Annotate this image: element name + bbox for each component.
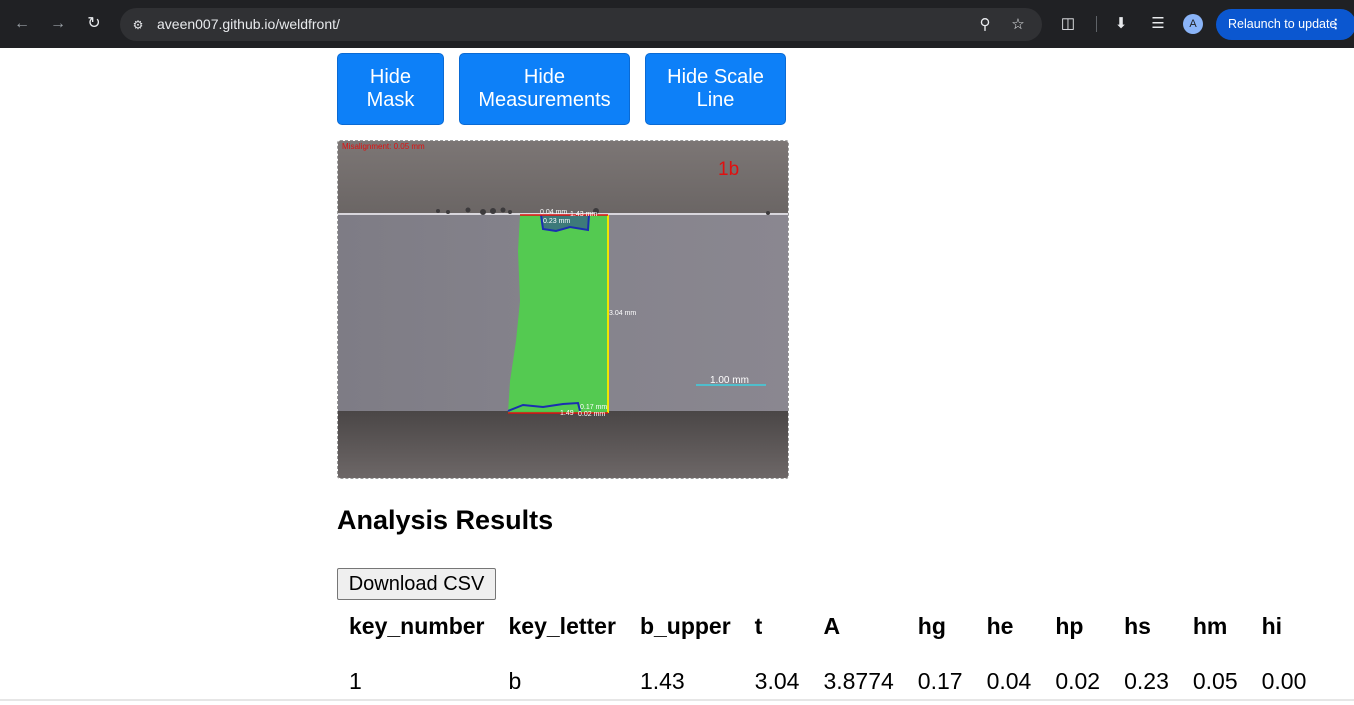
weld-image: Misalignment: 0.05 mm 1b 0.04 mm 1.43 mm… (337, 140, 789, 479)
analysis-results-heading: Analysis Results (337, 505, 554, 535)
measure-top-c: 0.23 mm (543, 218, 570, 225)
download-icon[interactable]: ⬇ (1110, 13, 1132, 35)
column-header: hm (1192, 613, 1228, 639)
table-cell: 0.04 (986, 668, 1032, 694)
column-header: key_number (349, 613, 485, 639)
lower-background (338, 411, 788, 478)
download-csv-button[interactable]: Download CSV (337, 568, 496, 600)
hide-measurements-label: Hide Measurements (478, 66, 611, 111)
table-header-row: key_number key_letter b_upper t A hg he … (337, 603, 1318, 654)
scale-label: 1.00 mm (710, 375, 749, 386)
table-cell: 0.02 (1055, 668, 1101, 694)
extensions-icon[interactable]: ◫ (1057, 13, 1079, 35)
address-bar[interactable]: ⚙ aveen007.github.io/weldfront/ ⚲ ☆ (120, 8, 1042, 41)
measure-top-b: 1.43 mm (570, 211, 597, 218)
bookmark-star-icon[interactable]: ☆ (1007, 14, 1029, 36)
weld-mask (508, 215, 608, 413)
hide-scale-line-label: Hide Scale Line (667, 66, 764, 111)
measure-thickness: 3.04 mm (609, 310, 636, 317)
results-table: key_number key_letter b_upper t A hg he … (337, 603, 1318, 705)
column-header: hp (1055, 613, 1084, 639)
measure-bottom-b: 1.49 (560, 410, 574, 417)
reload-icon[interactable]: ↻ (82, 12, 106, 36)
profile-avatar[interactable]: A (1183, 14, 1203, 34)
misalignment-label: Misalignment: 0.05 mm (342, 142, 425, 151)
table-cell: 1.43 (639, 668, 685, 694)
relaunch-button[interactable]: Relaunch to update ⋮ (1216, 9, 1354, 40)
table-cell: 0.17 (917, 668, 963, 694)
table-cell: 0.23 (1124, 668, 1169, 694)
table-cell: 1 (349, 668, 362, 694)
back-icon[interactable]: ← (10, 12, 34, 36)
table-cell: b (508, 668, 522, 694)
column-header: key_letter (508, 613, 616, 639)
column-header: he (986, 613, 1014, 639)
forward-icon[interactable]: → (46, 12, 70, 36)
browser-toolbar: ← → ↻ ⚙ aveen007.github.io/weldfront/ ⚲ … (0, 0, 1354, 48)
measure-bottom-c: 0.02 mm (578, 411, 605, 418)
table-row: 1 b 1.43 3.04 3.8774 0.17 0.04 0.02 0.23… (337, 654, 1318, 705)
table-cell: 3.04 (754, 668, 800, 694)
menu-dots-icon[interactable]: ⋮ (1330, 9, 1343, 40)
zoom-icon[interactable]: ⚲ (974, 14, 996, 36)
media-control-icon[interactable]: ☰ (1147, 13, 1169, 35)
hide-measurements-button[interactable]: Hide Measurements (459, 53, 630, 125)
table-cell: 3.8774 (823, 668, 894, 694)
hide-mask-button[interactable]: Hide Mask (337, 53, 444, 125)
measure-top-a: 0.04 mm (540, 209, 567, 216)
table-cell: 0.05 (1192, 668, 1238, 694)
measure-bottom-a: 0.17 mm (580, 404, 607, 411)
relaunch-label: Relaunch to update (1228, 17, 1337, 31)
column-header: hi (1261, 613, 1283, 639)
column-header: b_upper (639, 613, 731, 639)
site-info-icon[interactable]: ⚙ (129, 16, 147, 34)
weld-cross-section: Misalignment: 0.05 mm 1b 0.04 mm 1.43 mm… (338, 141, 788, 478)
sample-label: 1b (718, 159, 739, 180)
hide-scale-line-button[interactable]: Hide Scale Line (645, 53, 786, 125)
hide-mask-label: Hide Mask (366, 66, 415, 111)
table-cell: 0.00 (1261, 668, 1307, 694)
column-header: A (823, 613, 841, 639)
column-header: hg (917, 613, 946, 639)
toolbar-divider (1096, 16, 1097, 32)
url-text[interactable]: aveen007.github.io/weldfront/ (157, 16, 340, 32)
column-header: hs (1124, 613, 1151, 639)
column-header: t (754, 613, 763, 639)
